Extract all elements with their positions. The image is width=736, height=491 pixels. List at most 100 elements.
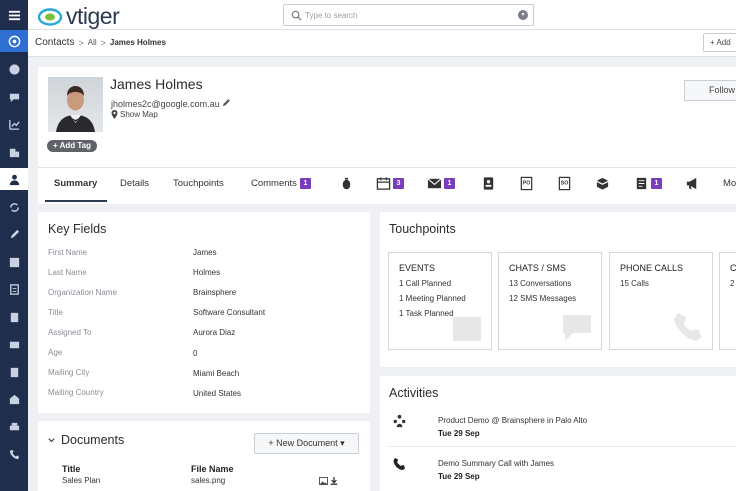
emails-count-badge: 1 — [444, 178, 455, 189]
activities-title: Activities — [389, 386, 439, 400]
image-preview-icon[interactable] — [319, 477, 328, 485]
list-icon[interactable] — [0, 306, 28, 328]
add-tag-button[interactable]: + Add Tag — [47, 140, 97, 152]
tab-contact-card[interactable] — [481, 176, 496, 191]
comments-count-badge: 1 — [299, 178, 311, 189]
tab-label: Comments — [251, 178, 297, 189]
phone-rail-icon[interactable] — [0, 443, 28, 465]
tab-opportunities[interactable] — [339, 176, 354, 191]
print-icon[interactable] — [0, 416, 28, 438]
chats-sms-card[interactable]: CHATS / SMS 13 Conversations 12 SMS Mess… — [498, 252, 602, 350]
add-record-button[interactable]: + Add — [703, 33, 736, 52]
reports-icon[interactable] — [0, 113, 28, 135]
inbox-icon[interactable] — [0, 388, 28, 410]
record-email[interactable]: jholmes2c@google.com.au — [111, 99, 220, 109]
notes-icon[interactable] — [0, 278, 28, 300]
breadcrumb: Contacts > All > James Holmes — [35, 37, 166, 48]
sync-icon[interactable] — [0, 196, 28, 218]
events-card[interactable]: EVENTS 1 Call Planned 1 Meeting Planned … — [388, 252, 492, 350]
pencil-icon[interactable] — [222, 98, 231, 107]
activity-title[interactable]: Demo Summary Call with James — [438, 459, 554, 468]
activity-date: Tue 29 Sep — [438, 472, 480, 481]
dashboard-icon[interactable] — [0, 58, 28, 80]
vtiger-logo-icon — [37, 7, 63, 26]
hamburger-menu-icon[interactable] — [0, 4, 28, 26]
search-icon — [291, 10, 302, 21]
document-title[interactable]: Sales Plan — [62, 476, 100, 485]
card-row: 1 Task Planned — [399, 309, 454, 318]
card-row: 13 Conversations — [509, 279, 572, 288]
tab-campaigns[interactable] — [685, 176, 700, 191]
contacts-icon[interactable] — [0, 168, 28, 190]
documents-col-title: Title — [62, 464, 81, 474]
activity-title[interactable]: Product Demo @ Brainsphere in Palo Alto — [438, 416, 587, 425]
tab-emails[interactable]: 1 — [427, 176, 455, 191]
download-icon[interactable] — [330, 477, 338, 485]
field-value[interactable]: Holmes — [193, 268, 220, 277]
chevron-down-icon[interactable] — [47, 436, 56, 445]
phone-watermark-icon — [674, 313, 702, 341]
card-row: 12 SMS Messages — [509, 294, 577, 303]
card-heading: PHONE CALLS — [620, 263, 684, 273]
tab-more[interactable]: Mo — [723, 178, 736, 189]
tab-label: Touchpoints — [173, 178, 224, 189]
brand-logo[interactable]: vtiger — [37, 3, 120, 30]
field-value[interactable]: Brainsphere — [193, 288, 236, 297]
mail-icon[interactable] — [0, 333, 28, 355]
activity-date: Tue 29 Sep — [438, 429, 480, 438]
tab-sales-orders[interactable]: SO — [557, 176, 572, 191]
card-row: 1 Meeting Planned — [399, 294, 466, 303]
breadcrumb-separator: > — [100, 37, 106, 48]
new-document-button[interactable]: + New Document ▾ — [254, 433, 359, 454]
field-value[interactable]: 0 — [193, 349, 197, 358]
so-glyph: SO — [561, 180, 568, 186]
breadcrumb-module[interactable]: Contacts — [35, 37, 74, 48]
phone-calls-card[interactable]: PHONE CALLS 15 Calls — [609, 252, 713, 350]
field-label: Mailing City — [48, 368, 90, 377]
invoice-icon[interactable] — [0, 361, 28, 383]
avatar[interactable] — [48, 77, 103, 132]
divider — [389, 446, 736, 447]
left-nav-rail — [0, 0, 28, 491]
contact-photo-icon — [56, 86, 95, 132]
follow-button[interactable]: Follow — [684, 80, 736, 101]
field-value[interactable]: Software Consultant — [193, 308, 265, 317]
tab-touchpoints[interactable]: Touchpoints — [173, 178, 224, 189]
field-value[interactable]: Aurora Diaz — [193, 328, 235, 337]
card-row: 15 Calls — [620, 279, 649, 288]
global-search[interactable]: ▾ — [283, 4, 534, 26]
field-value[interactable]: James — [193, 248, 217, 257]
help-icon[interactable] — [0, 251, 28, 273]
record-name: James Holmes — [110, 76, 203, 92]
calendar-watermark-icon — [453, 317, 481, 341]
tab-events[interactable]: 3 — [376, 176, 404, 191]
show-map-label: Show Map — [120, 110, 158, 119]
tab-summary[interactable]: Summary — [54, 178, 97, 189]
tab-details[interactable]: Details — [120, 178, 149, 189]
field-value[interactable]: Miami Beach — [193, 369, 239, 378]
card-heading: C — [730, 263, 736, 273]
contact-card-icon — [483, 177, 494, 190]
field-value[interactable]: United States — [193, 389, 241, 398]
field-label: Assigned To — [48, 328, 92, 337]
search-input[interactable] — [305, 8, 505, 22]
tab-products[interactable] — [595, 176, 610, 191]
tab-comments[interactable]: Comments 1 — [251, 178, 311, 189]
organizations-icon[interactable] — [0, 141, 28, 163]
app-switcher-icon[interactable] — [0, 30, 28, 52]
calendar-icon — [376, 177, 391, 190]
document-icon — [636, 177, 647, 190]
show-map-link[interactable]: Show Map — [111, 110, 158, 119]
tab-documents[interactable]: 1 — [634, 176, 662, 191]
search-dropdown-icon[interactable]: ▾ — [518, 10, 528, 20]
field-label: Organization Name — [48, 288, 117, 297]
map-pin-icon — [111, 110, 118, 119]
overflow-card[interactable]: C 2 — [719, 252, 736, 350]
chat-icon[interactable] — [0, 86, 28, 108]
edit-icon[interactable] — [0, 223, 28, 245]
purchase-order-icon: PO — [520, 176, 533, 191]
breadcrumb-list[interactable]: All — [88, 38, 97, 47]
document-filename[interactable]: sales.png — [191, 476, 225, 485]
tab-purchase-orders[interactable]: PO — [519, 176, 534, 191]
card-row: 2 — [730, 279, 735, 288]
